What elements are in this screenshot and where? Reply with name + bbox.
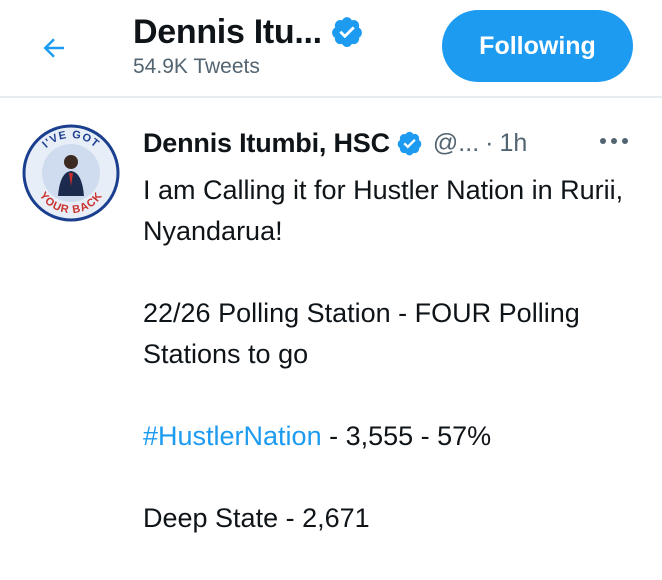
separator-dot: · [485,128,494,157]
author-handle[interactable]: @... [433,129,479,158]
hashtag-link[interactable]: #HustlerNation [143,421,322,451]
tweet-text: I am Calling it for Hustler Nation in Ru… [143,170,643,580]
avatar-image: I'VE GOT YOUR BACK [22,124,120,222]
header-divider [0,96,662,98]
back-button[interactable] [32,26,76,70]
author-name[interactable]: Dennis Itumbi, HSC [143,128,390,159]
verified-badge-icon [331,17,362,48]
header-title-block: Dennis Itu... 54.9K Tweets [133,12,364,80]
more-button[interactable] [592,126,636,156]
tweet-line-3-text: - 3,555 - 57% [321,421,492,451]
tweet-line-3: #HustlerNation - 3,555 - 57% [143,416,643,457]
tweet-line-2: 22/26 Polling Station - FOUR Polling Sta… [143,298,580,369]
arrow-left-icon [43,38,64,58]
verified-badge-icon [397,131,422,155]
profile-title: Dennis Itu... [133,13,322,51]
more-dots-icon [600,138,628,144]
following-button[interactable]: Following [442,10,633,82]
tweet-line-1: I am Calling it for Hustler Nation in Ru… [143,175,624,246]
tweet-count: 54.9K Tweets [133,55,260,78]
profile-header: Dennis Itu... 54.9K Tweets Following [0,0,662,96]
tweet-header: Dennis Itumbi, HSC @... · 1h [143,123,527,163]
tweet-line-4: Deep State - 2,671 [143,503,370,533]
avatar[interactable]: I'VE GOT YOUR BACK [22,124,120,222]
tweet-time[interactable]: 1h [499,129,527,158]
